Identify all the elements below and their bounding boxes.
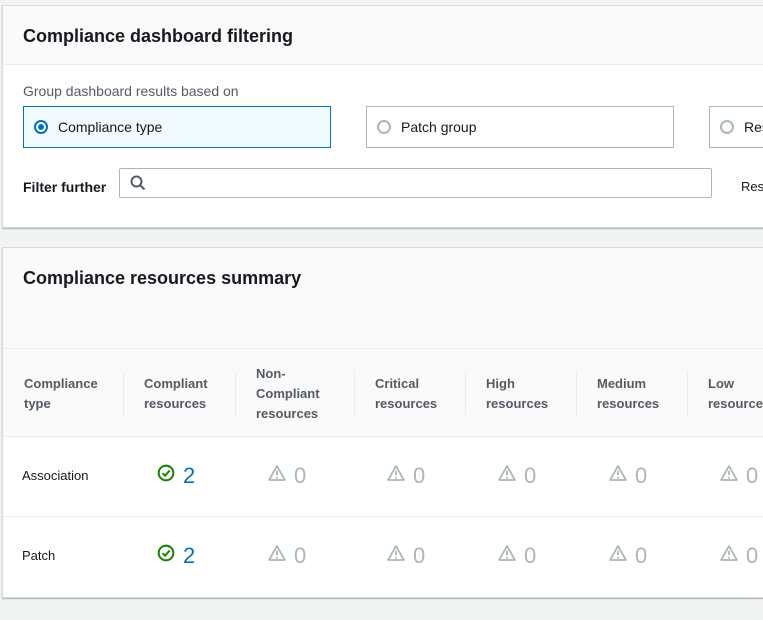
medium-count-cell: 0 xyxy=(609,543,647,569)
radio-label: Res xyxy=(744,119,763,135)
column-divider xyxy=(123,371,124,415)
group-by-label: Group dashboard results based on xyxy=(23,83,239,99)
search-icon xyxy=(130,175,146,191)
col-noncompliant-resources[interactable]: Non- Compliant resources xyxy=(256,349,320,438)
filtering-title: Compliance dashboard filtering xyxy=(23,26,294,46)
radio-label: Patch group xyxy=(401,119,477,135)
compliant-count-link[interactable]: 2 xyxy=(183,543,195,569)
warning-icon xyxy=(387,545,405,561)
column-divider xyxy=(354,371,355,415)
column-divider xyxy=(576,371,577,415)
compliant-count-cell[interactable]: 2 xyxy=(157,463,195,489)
critical-count: 0 xyxy=(413,463,426,488)
warning-icon xyxy=(609,465,627,481)
row-compliance-type: Association xyxy=(22,468,89,483)
medium-count-cell: 0 xyxy=(609,463,647,489)
low-count-cell: 0 xyxy=(720,543,758,569)
row-compliance-type: Patch xyxy=(22,548,56,563)
high-count-cell: 0 xyxy=(498,543,536,569)
col-critical-resources[interactable]: Critical resources xyxy=(375,349,437,438)
radio-unselected-icon xyxy=(377,120,391,134)
noncompliant-count-cell: 0 xyxy=(268,543,306,569)
noncompliant-count: 0 xyxy=(294,543,307,568)
table-header: Compliance type Compliant resources Non- Co… xyxy=(3,348,763,437)
warning-icon xyxy=(268,465,286,481)
filter-further-label: Filter further xyxy=(23,179,107,195)
filter-search-input[interactable] xyxy=(154,173,694,193)
noncompliant-count: 0 xyxy=(294,463,307,488)
radio-unselected-icon xyxy=(720,120,734,134)
column-divider xyxy=(235,371,236,415)
medium-count: 0 xyxy=(635,463,648,488)
reset-link[interactable]: Res xyxy=(741,179,763,194)
summary-header: Compliance resources summary xyxy=(3,248,763,348)
check-circle-icon xyxy=(157,544,175,562)
compliant-count-link[interactable]: 2 xyxy=(183,463,195,489)
col-high-resources[interactable]: High resources xyxy=(486,349,548,438)
summary-table: Compliance type Compliant resources Non- Co… xyxy=(3,348,763,597)
radio-label: Compliance type xyxy=(58,119,163,135)
col-low-resources[interactable]: Lowresources xyxy=(708,349,763,438)
high-count-cell: 0 xyxy=(498,463,536,489)
col-medium-resources[interactable]: Medium resources xyxy=(597,349,659,438)
high-count: 0 xyxy=(524,463,537,488)
col-compliant-resources[interactable]: Compliant resources xyxy=(144,349,208,438)
dashboard-filtering-panel: Compliance dashboard filtering Group das… xyxy=(2,5,763,228)
noncompliant-count-cell: 0 xyxy=(268,463,306,489)
filter-search-box[interactable] xyxy=(119,168,712,198)
critical-count-cell: 0 xyxy=(387,543,425,569)
filtering-header: Compliance dashboard filtering xyxy=(3,6,763,65)
radio-patch-group[interactable]: Patch group xyxy=(366,106,674,148)
warning-icon xyxy=(498,465,516,481)
radio-selected-icon xyxy=(34,120,48,134)
warning-icon xyxy=(609,545,627,561)
column-divider xyxy=(687,371,688,415)
table-row: Patch 2 0 0 0 0 0 xyxy=(3,517,763,597)
resources-summary-panel: Compliance resources summary Compliance t… xyxy=(2,247,763,598)
compliant-count-cell[interactable]: 2 xyxy=(157,543,195,569)
high-count: 0 xyxy=(524,543,537,568)
radio-compliance-type[interactable]: Compliance type xyxy=(23,106,331,148)
warning-icon xyxy=(387,465,405,481)
warning-icon xyxy=(720,545,738,561)
summary-title: Compliance resources summary xyxy=(23,268,302,288)
low-count: 0 xyxy=(746,543,759,568)
low-count-cell: 0 xyxy=(720,463,758,489)
check-circle-icon xyxy=(157,464,175,482)
low-count: 0 xyxy=(746,463,759,488)
warning-icon xyxy=(720,465,738,481)
column-divider xyxy=(465,371,466,415)
radio-resource[interactable]: Res xyxy=(709,106,763,148)
warning-icon xyxy=(268,545,286,561)
col-compliance-type[interactable]: Compliance type xyxy=(24,349,98,438)
critical-count-cell: 0 xyxy=(387,463,425,489)
critical-count: 0 xyxy=(413,543,426,568)
warning-icon xyxy=(498,545,516,561)
medium-count: 0 xyxy=(635,543,648,568)
table-row: Association 2 0 0 0 0 0 xyxy=(3,437,763,517)
